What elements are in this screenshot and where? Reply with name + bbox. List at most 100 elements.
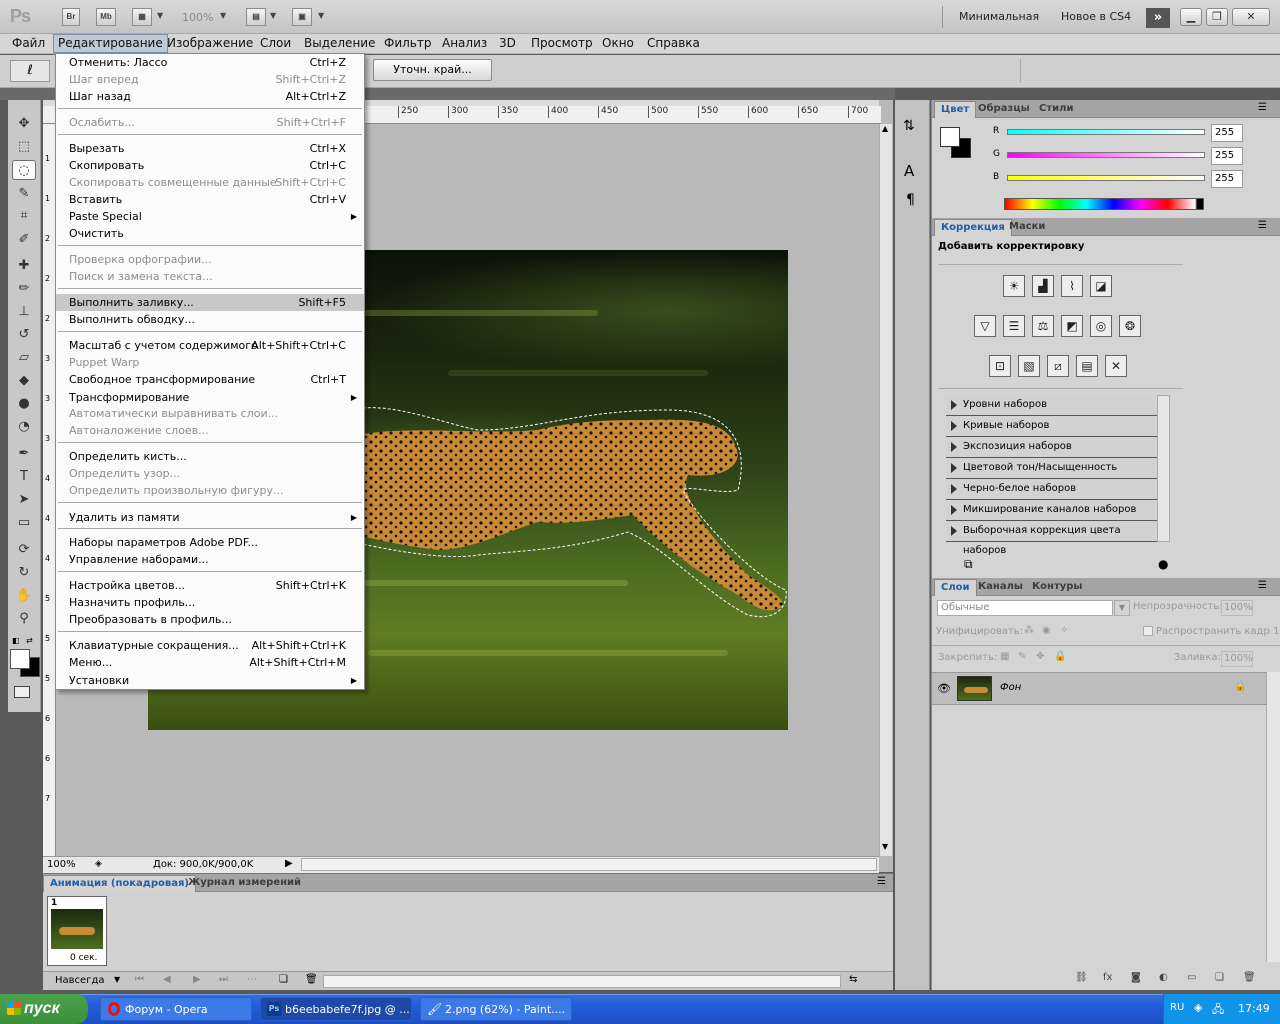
lasso-tool-icon[interactable]: ◌	[12, 160, 36, 180]
tab-masks[interactable]: Маски	[1003, 219, 1051, 236]
panel-menu-icon[interactable]: ☰	[877, 876, 886, 887]
status-zoom[interactable]: 100%	[47, 859, 76, 870]
zoom-level[interactable]: 100%	[182, 11, 213, 24]
new-layer-icon[interactable]: ❏	[1215, 972, 1224, 983]
tab-layers[interactable]: Слои	[934, 579, 977, 596]
color-spectrum-bar[interactable]	[1004, 198, 1204, 210]
minimize-button[interactable]: ▁	[1180, 8, 1202, 26]
arrange-dropdown-icon[interactable]: ▼	[270, 11, 276, 20]
tab-styles[interactable]: Стили	[1033, 101, 1079, 118]
preset-list-scrollbar[interactable]	[1157, 395, 1170, 542]
blue-slider[interactable]	[1007, 175, 1205, 181]
blend-mode-dropdown-icon[interactable]: ▼	[1114, 600, 1130, 616]
next-frame-icon[interactable]: ⏭	[219, 974, 228, 985]
move-tool-icon[interactable]: ✥	[12, 114, 36, 134]
menu-item-puppet-warp[interactable]: Puppet Warp	[56, 354, 364, 371]
menu-item-copy-merged[interactable]: Скопировать совмещенные данные Shift+Ctrl…	[56, 174, 364, 191]
levels-icon[interactable]: ▟	[1032, 275, 1054, 297]
workspace-essentials[interactable]: Минимальная	[959, 10, 1039, 23]
tab-animation[interactable]: Анимация (покадровая)	[43, 875, 196, 892]
hue-saturation-icon[interactable]: ☰	[1003, 315, 1025, 337]
loop-select[interactable]: Навсегда	[55, 975, 105, 986]
3d-orbit-tool-icon[interactable]: ↻	[12, 563, 36, 583]
menu-select[interactable]: Выделение	[300, 34, 379, 53]
restore-button[interactable]: ❐	[1206, 8, 1228, 26]
link-layers-icon[interactable]: ⛓	[1075, 972, 1088, 983]
eye-icon[interactable]: 👁	[937, 682, 951, 695]
color-balance-icon[interactable]: ⚖	[1032, 315, 1054, 337]
workspace-new-in-cs4[interactable]: Новое в CS4	[1061, 10, 1131, 23]
horizontal-scrollbar[interactable]	[301, 858, 877, 871]
launch-bridge-button[interactable]: Br	[62, 8, 80, 26]
panel-menu-icon[interactable]: ☰	[1258, 102, 1267, 113]
lock-all-icon[interactable]: 🔒	[1054, 651, 1066, 662]
frame-delay[interactable]: 0 сек.	[70, 953, 97, 963]
menu-item-auto-blend-layers[interactable]: Автоналожение слоев...	[56, 422, 364, 439]
arrange-documents-button[interactable]: ▤	[246, 8, 266, 26]
green-value-input[interactable]: 255	[1211, 147, 1243, 165]
preset-black-white[interactable]: Черно-белое наборов	[946, 479, 1157, 500]
menu-layer[interactable]: Слои	[256, 34, 295, 53]
3d-rotate-tool-icon[interactable]: ⟳	[12, 540, 36, 560]
foreground-color-swatch[interactable]	[940, 127, 960, 147]
lock-transparency-icon[interactable]: ▦	[1000, 651, 1009, 662]
menu-item-auto-align-layers[interactable]: Автоматически выравнивать слои...	[56, 405, 364, 422]
menu-item-assign-profile[interactable]: Назначить профиль...	[56, 594, 364, 611]
task-opera[interactable]: Форум - Opera	[100, 997, 252, 1021]
menu-item-step-forward[interactable]: Шаг вперед Shift+Ctrl+Z	[56, 71, 364, 88]
lock-position-icon[interactable]: ✥	[1036, 651, 1044, 662]
launch-minibridge-button[interactable]: Mb	[96, 8, 116, 26]
propagate-frame-checkbox[interactable]	[1143, 626, 1153, 636]
menu-item-define-pattern[interactable]: Определить узор...	[56, 465, 364, 482]
tray-app-icon[interactable]: ◈	[1194, 1001, 1202, 1014]
screen-mode-button[interactable]: ▣	[292, 8, 312, 26]
menu-item-copy[interactable]: Скопировать Ctrl+C	[56, 157, 364, 174]
crop-tool-icon[interactable]: ⌗	[12, 206, 36, 226]
menu-item-define-brush[interactable]: Определить кисть...	[56, 448, 364, 465]
selective-color-icon[interactable]: ✕	[1105, 355, 1127, 377]
preset-selective-color[interactable]: Выборочная коррекция цвета наборов	[946, 521, 1157, 556]
layer-style-icon[interactable]: fx	[1103, 972, 1112, 983]
preset-hue-saturation[interactable]: Цветовой тон/Насыщенность наборов	[946, 458, 1157, 493]
expand-view-icon[interactable]: ⧉	[964, 557, 973, 572]
menu-item-paste-special[interactable]: Paste Special ▶	[56, 208, 364, 225]
menu-edit[interactable]: Редактирование	[53, 34, 168, 53]
unify-style-icon[interactable]: ✧	[1060, 625, 1068, 636]
menu-help[interactable]: Справка	[643, 34, 704, 53]
menu-item-fill[interactable]: Выполнить заливку... Shift+F5	[56, 294, 364, 311]
eyedropper-tool-icon[interactable]: ✐	[12, 230, 36, 250]
zoom-tool-icon[interactable]: ⚲	[12, 609, 36, 629]
eraser-tool-icon[interactable]: ▱	[12, 348, 36, 368]
menu-item-find-replace[interactable]: Поиск и замена текста...	[56, 268, 364, 285]
menu-item-free-transform[interactable]: Свободное трансформирование Ctrl+T	[56, 371, 364, 388]
network-icon[interactable]: 🖧	[1212, 1001, 1224, 1020]
gradient-map-icon[interactable]: ▤	[1076, 355, 1098, 377]
dodge-tool-icon[interactable]: ◔	[12, 417, 36, 437]
blend-mode-select[interactable]: Обычные	[937, 600, 1113, 616]
swap-colors-icon[interactable]: ⇄	[26, 636, 33, 645]
status-menu-arrow-icon[interactable]: ▶	[285, 858, 293, 869]
red-slider[interactable]	[1007, 129, 1205, 135]
close-button[interactable]: ✕	[1232, 8, 1270, 26]
default-colors-icon[interactable]: ◧	[12, 636, 20, 645]
panel-menu-icon[interactable]: ☰	[1258, 580, 1267, 591]
panel-menu-icon[interactable]: ☰	[1258, 220, 1267, 231]
menu-item-stroke[interactable]: Выполнить обводку...	[56, 311, 364, 328]
hand-tool-icon[interactable]: ✋	[12, 586, 36, 606]
threshold-icon[interactable]: ⧄	[1047, 355, 1069, 377]
blue-value-input[interactable]: 255	[1211, 170, 1243, 188]
vertical-scrollbar[interactable]: ▲ ▼	[879, 124, 892, 856]
brightness-contrast-icon[interactable]: ☀	[1003, 275, 1025, 297]
layers-scrollbar[interactable]	[1266, 672, 1280, 962]
menu-item-convert-to-profile[interactable]: Преобразовать в профиль...	[56, 611, 364, 628]
photo-filter-icon[interactable]: ◎	[1090, 315, 1112, 337]
tab-measurement-log[interactable]: Журнал измерений	[182, 875, 307, 892]
black-white-icon[interactable]: ◩	[1061, 315, 1083, 337]
rectangle-tool-icon[interactable]: ▭	[12, 513, 36, 533]
menu-window[interactable]: Окно	[598, 34, 638, 53]
view-extras-dropdown-icon[interactable]: ▼	[157, 11, 163, 20]
tab-paths[interactable]: Контуры	[1026, 579, 1088, 596]
new-group-icon[interactable]: ▭	[1187, 972, 1196, 983]
menu-item-clear[interactable]: Очистить	[56, 225, 364, 242]
path-selection-tool-icon[interactable]: ➤	[12, 490, 36, 510]
